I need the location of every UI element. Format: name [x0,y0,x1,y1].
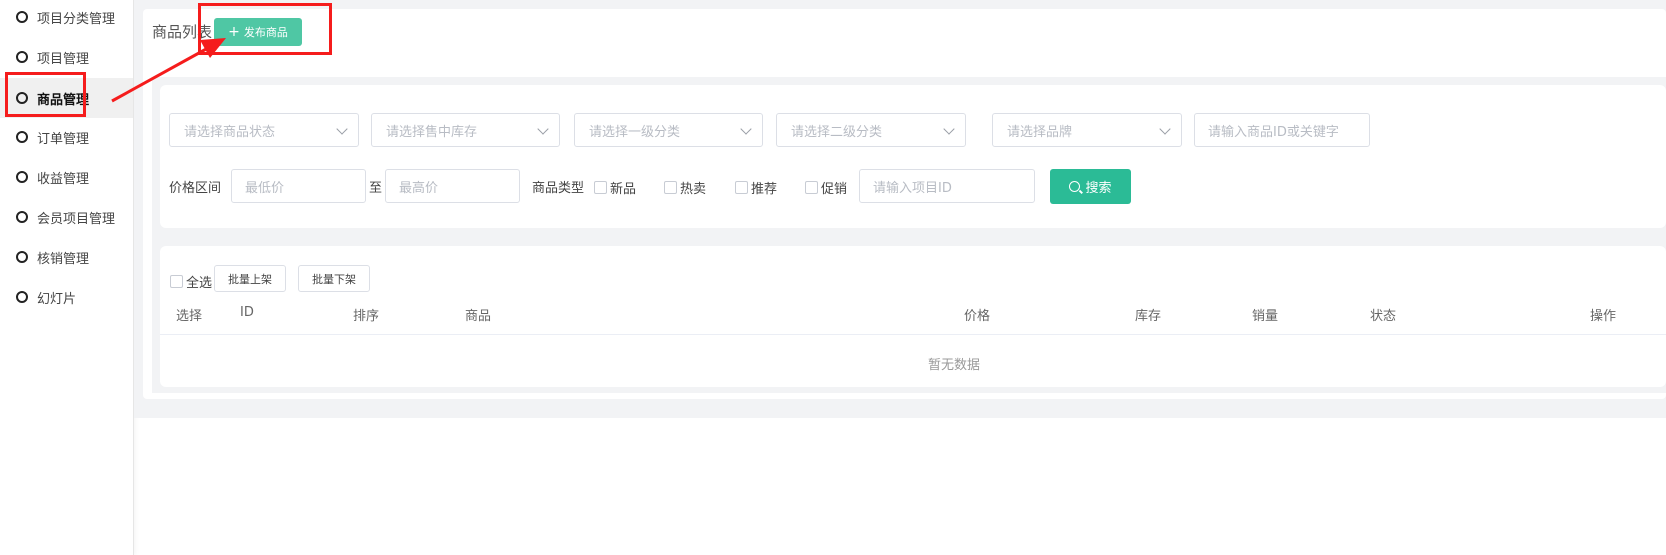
checkbox-label: 热卖 [680,182,707,197]
type-recommend-checkbox[interactable]: 推荐 [735,178,777,197]
table-card [160,246,1666,387]
search-icon [1069,181,1081,192]
select-placeholder: 请选择商品状态 [184,124,276,140]
sidebar-item-verification[interactable]: 核销管理 [0,237,133,277]
highlight-box-publish [198,3,332,55]
checkbox-box [594,181,607,194]
chevron-down-icon [336,123,348,135]
chevron-down-icon [537,123,549,135]
column-header-sales: 销量 [1252,309,1279,324]
sidebar-item-slides[interactable]: 幻灯片 [0,277,133,317]
sidebar-item-label: 核销管理 [37,251,90,267]
table-header-divider [160,334,1666,335]
secondary-category-select[interactable]: 请选择二级分类 [776,113,966,147]
search-button-label: 搜索 [1085,181,1112,196]
input-placeholder: 请输入商品ID或关键字 [1208,124,1339,140]
empty-state-text: 暂无数据 [928,358,981,373]
checkbox-box [170,275,183,288]
batch-delist-button[interactable]: 批量下架 [298,265,370,292]
checkbox-box [735,181,748,194]
sidebar-item-label: 幻灯片 [37,291,77,307]
min-price-input[interactable]: 最低价 [231,169,366,203]
batch-list-button[interactable]: 批量上架 [214,265,286,292]
circle-icon [16,11,28,23]
filter-card [160,85,1666,228]
column-header-status: 状态 [1370,309,1397,324]
circle-icon [16,251,28,263]
sidebar-item-label: 会员项目管理 [37,211,116,227]
keyword-input[interactable]: 请输入商品ID或关键字 [1194,113,1370,147]
type-promo-checkbox[interactable]: 促销 [805,178,847,197]
sidebar-item-label: 项目分类管理 [37,11,116,27]
column-header-stock: 库存 [1135,309,1162,324]
highlight-box-products [5,72,86,117]
chevron-down-icon [1159,123,1171,135]
column-header-price: 价格 [964,309,991,324]
sidebar-item-projects[interactable]: 项目管理 [0,37,133,77]
select-placeholder: 请选择一级分类 [589,124,681,140]
type-new-checkbox[interactable]: 新品 [594,178,636,197]
sidebar-item-project-category[interactable]: 项目分类管理 [0,0,133,37]
select-placeholder: 请选择售中库存 [386,124,478,140]
input-placeholder: 最低价 [245,180,285,196]
stock-select[interactable]: 请选择售中库存 [371,113,560,147]
column-header-select: 选择 [176,309,203,324]
checkbox-label: 新品 [610,182,637,197]
primary-category-select[interactable]: 请选择一级分类 [574,113,763,147]
circle-icon [16,211,28,223]
checkbox-label: 促销 [821,182,848,197]
column-header-product: 商品 [465,309,492,324]
select-all-checkbox[interactable]: 全选 [170,272,212,291]
circle-icon [16,171,28,183]
sidebar-item-orders[interactable]: 订单管理 [0,117,133,157]
column-header-sort: 排序 [353,309,380,324]
sidebar-item-label: 订单管理 [37,131,90,147]
sidebar-item-revenue[interactable]: 收益管理 [0,157,133,197]
to-label: 至 [369,181,383,196]
input-placeholder: 最高价 [399,180,439,196]
checkbox-box [805,181,818,194]
checkbox-label: 全选 [186,276,213,291]
price-range-label: 价格区间 [169,181,222,196]
checkbox-label: 推荐 [751,182,778,197]
sidebar-item-member-projects[interactable]: 会员项目管理 [0,197,133,237]
sidebar-item-label: 收益管理 [37,171,90,187]
column-header-id: ID [240,305,254,320]
select-placeholder: 请选择二级分类 [791,124,883,140]
max-price-input[interactable]: 最高价 [385,169,520,203]
column-header-actions: 操作 [1590,309,1617,324]
product-type-label: 商品类型 [532,181,585,196]
project-id-input[interactable]: 请输入项目ID [859,169,1035,203]
chevron-down-icon [943,123,955,135]
input-placeholder: 请输入项目ID [873,180,952,196]
brand-select[interactable]: 请选择品牌 [992,113,1182,147]
circle-icon [16,291,28,303]
sidebar-item-label: 项目管理 [37,51,90,67]
select-placeholder: 请选择品牌 [1007,124,1073,140]
circle-icon [16,131,28,143]
circle-icon [16,51,28,63]
chevron-down-icon [740,123,752,135]
search-button[interactable]: 搜索 [1050,169,1131,204]
type-hot-checkbox[interactable]: 热卖 [664,178,706,197]
product-status-select[interactable]: 请选择商品状态 [169,113,359,147]
checkbox-box [664,181,677,194]
